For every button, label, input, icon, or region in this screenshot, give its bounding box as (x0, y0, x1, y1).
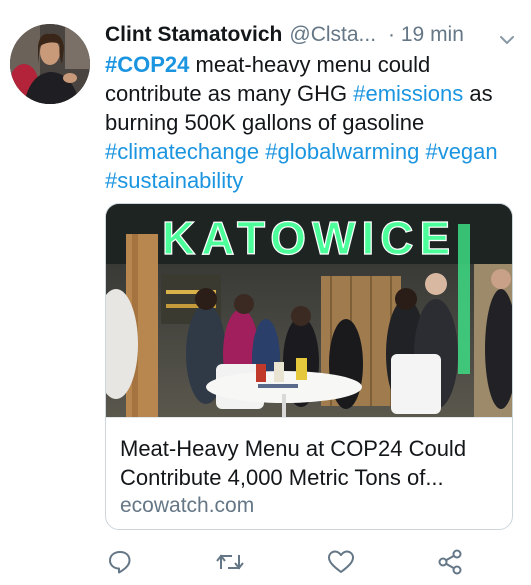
hashtag-link[interactable]: #globalwarming (265, 139, 419, 164)
hashtag-link[interactable]: #climatechange (105, 139, 259, 164)
tweet-text: #COP24 meat-heavy menu could contribute … (105, 50, 515, 195)
hashtag-link[interactable]: #sustainability (105, 168, 243, 193)
tweet-action-bar (105, 545, 515, 579)
hashtag-link[interactable]: #emissions (353, 81, 463, 106)
card-domain[interactable]: ecowatch.com (120, 494, 254, 518)
author-avatar[interactable] (10, 24, 90, 104)
share-icon[interactable] (437, 549, 463, 575)
heart-icon[interactable] (327, 549, 355, 575)
link-card[interactable]: KATOWICE Meat-Heavy Menu at COP24 Could … (105, 203, 513, 530)
tweet-timestamp[interactable]: · 19 min (388, 23, 464, 47)
card-title[interactable]: Meat-Heavy Menu at COP24 Could Contribut… (120, 434, 500, 492)
sign-text: KATOWICE (162, 212, 456, 264)
card-divider (106, 417, 512, 418)
chevron-down-icon[interactable] (499, 28, 515, 44)
tweet-header: Clint Stamatovich @Clsta... · 19 min (105, 20, 515, 50)
reply-icon[interactable] (107, 549, 133, 575)
retweet-icon[interactable] (215, 549, 245, 575)
author-name[interactable]: Clint Stamatovich (105, 23, 282, 47)
card-photo[interactable]: KATOWICE (106, 204, 512, 417)
hashtag-link[interactable]: #COP24 (105, 52, 189, 77)
author-handle[interactable]: @Clsta... (289, 23, 376, 47)
hashtag-link[interactable]: #vegan (425, 139, 497, 164)
